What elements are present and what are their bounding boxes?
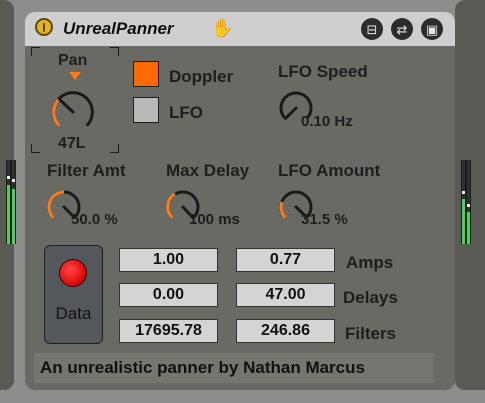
delays-row-label: Delays [343, 288, 398, 307]
max-delay-value: 100 ms [189, 211, 240, 228]
hand-icon: ✋ [211, 18, 234, 38]
pan-control[interactable]: Pan 47L [31, 47, 119, 153]
filters-row-label: Filters [345, 324, 397, 343]
filter-amt-value: 50.0 % [71, 211, 118, 228]
hot-swap-button[interactable]: ⇄ [391, 18, 413, 40]
focus-corner [31, 47, 40, 56]
unfold-icon: ⊟ [366, 21, 378, 37]
pan-label: Pan [58, 52, 88, 69]
filters-right-number-box[interactable]: 246.86 [236, 319, 335, 343]
lfo-amount-label: LFO Amount [278, 161, 381, 180]
delays-left-number-box[interactable]: 0.00 [119, 283, 218, 307]
max-delay-label: Max Delay [166, 161, 250, 180]
data-led-indicator [59, 259, 87, 287]
amps-row-label: Amps [346, 253, 394, 272]
delays-right-number-box[interactable]: 47.00 [236, 283, 335, 307]
pan-knob[interactable] [46, 85, 100, 139]
lfo-speed-value: 0.10 Hz [301, 113, 353, 130]
amps-right-number-box[interactable]: 0.77 [236, 248, 335, 272]
save-preset-button[interactable]: ▣ [421, 18, 443, 40]
lfo-speed-label: LFO Speed [278, 62, 368, 81]
lfo-label: LFO [169, 103, 203, 122]
info-text: An unrealistic panner by Nathan Marcus [40, 358, 365, 377]
device-title-bar[interactable]: UnrealPanner ✋ ⊟ ⇄ ▣ [25, 12, 455, 46]
info-bar: An unrealistic panner by Nathan Marcus [34, 353, 433, 383]
doppler-label: Doppler [169, 67, 234, 86]
filter-amt-label: Filter Amt [47, 161, 126, 180]
pan-value: 47L [58, 135, 86, 152]
focus-corner [110, 144, 119, 153]
hot-swap-icon: ⇄ [396, 21, 408, 37]
lfo-amount-value: 31.5 % [301, 211, 348, 228]
unreal-panner-device: UnrealPanner ✋ ⊟ ⇄ ▣ Pan 47L Doppler LFO… [25, 12, 455, 390]
power-icon [43, 22, 45, 32]
data-button[interactable]: Data [44, 245, 103, 344]
focus-corner [31, 144, 40, 153]
right-level-meter [461, 160, 471, 244]
right-track-frame [455, 0, 485, 390]
save-icon: ▣ [425, 21, 439, 37]
focus-corner [110, 47, 119, 56]
amps-left-number-box[interactable]: 1.00 [119, 248, 218, 272]
device-title: UnrealPanner [63, 19, 174, 38]
device-power-button[interactable] [35, 18, 53, 36]
filters-left-number-box[interactable]: 17695.78 [119, 319, 218, 343]
doppler-toggle[interactable] [133, 61, 159, 87]
left-track-frame [0, 0, 16, 390]
unfold-button[interactable]: ⊟ [361, 18, 383, 40]
pan-center-marker-icon [69, 72, 81, 80]
lfo-toggle[interactable] [133, 97, 159, 123]
data-button-label: Data [55, 304, 92, 323]
left-level-meter [6, 160, 16, 244]
